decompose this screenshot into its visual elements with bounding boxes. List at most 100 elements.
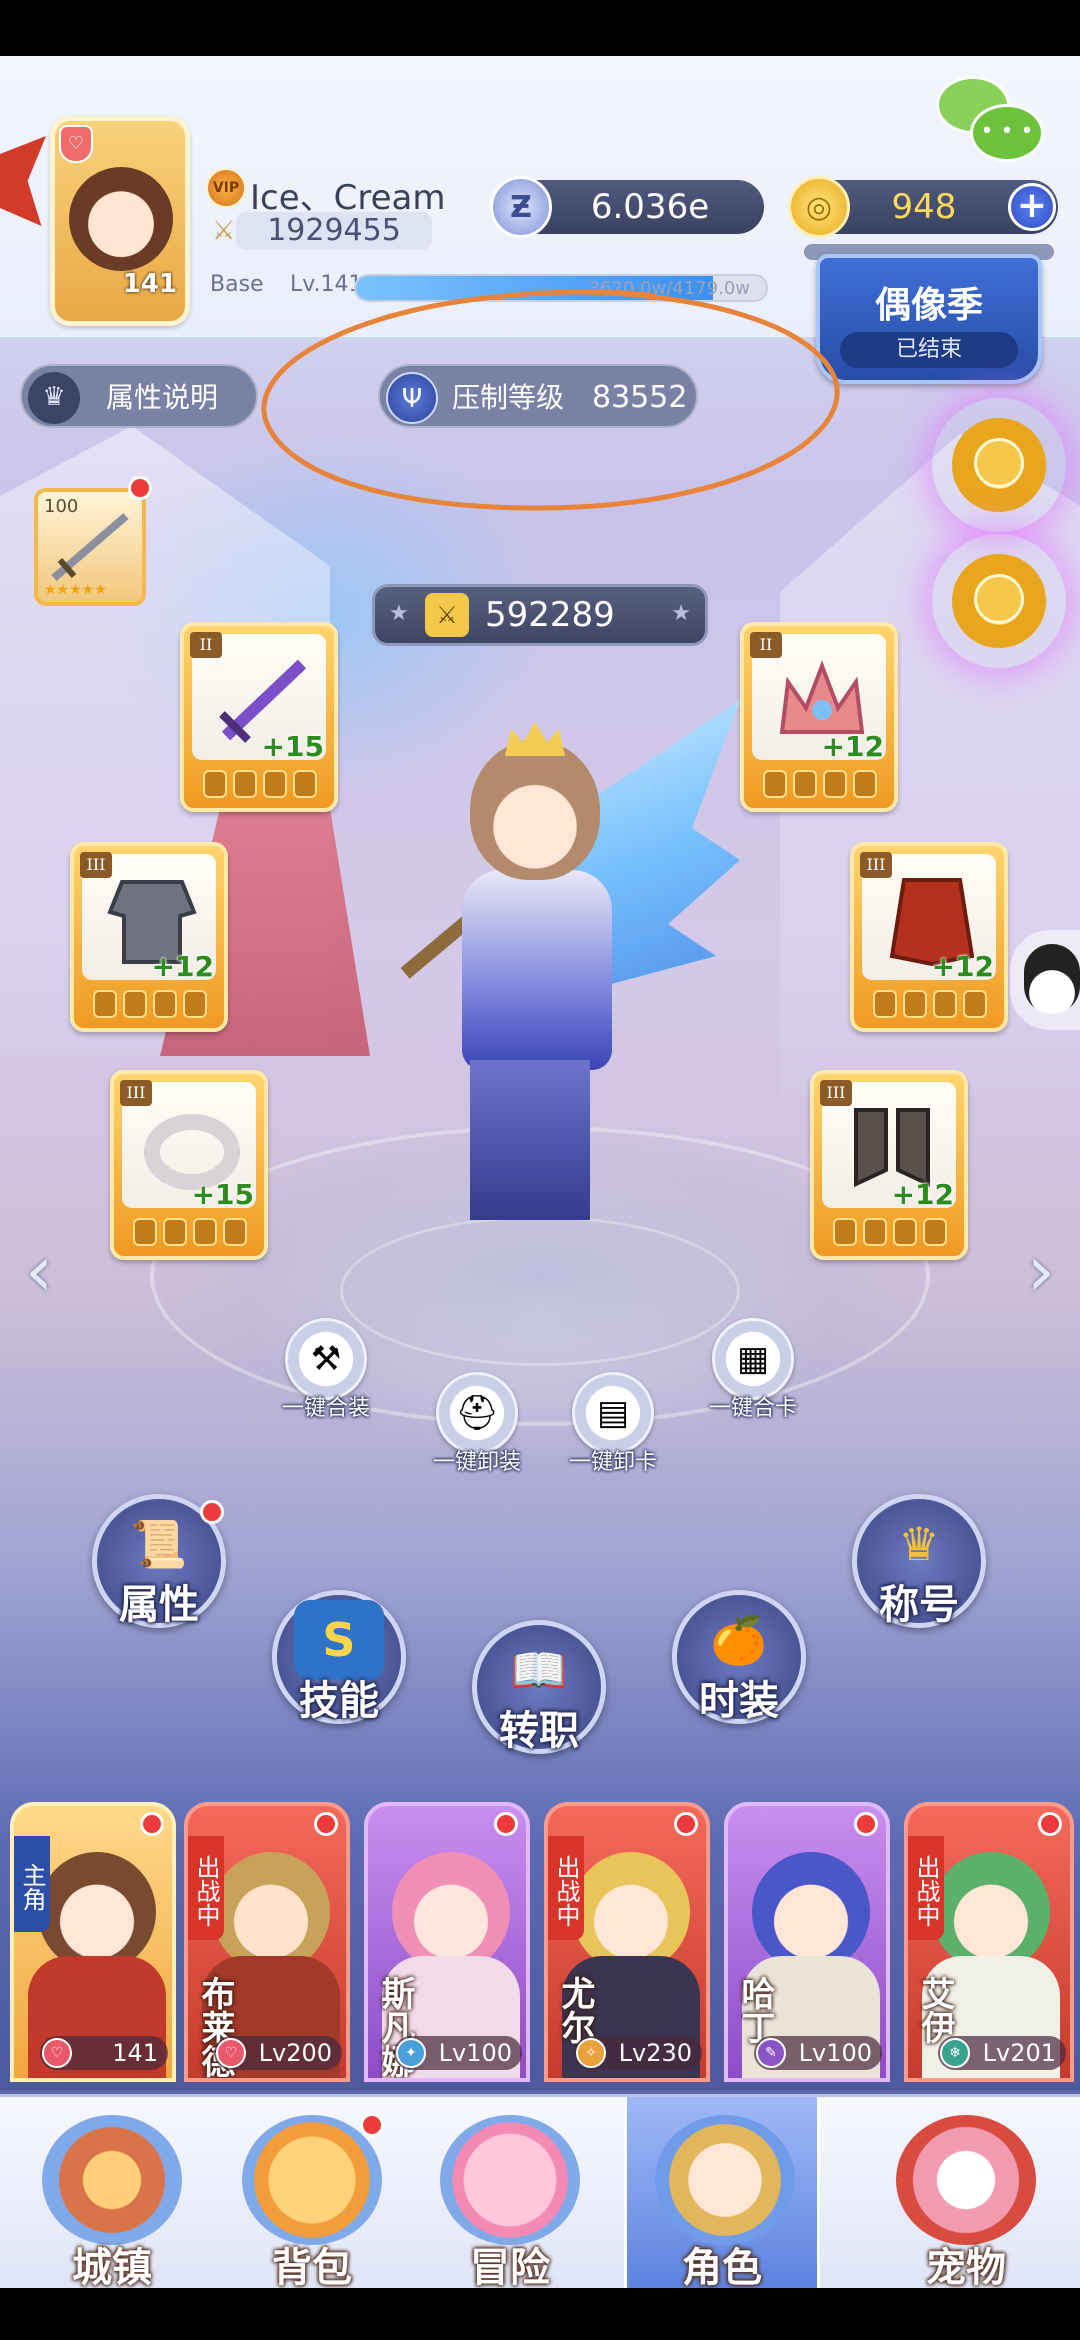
roster-card-5[interactable]: 出战中 艾伊 ❄ Lv201 (904, 1802, 1074, 2082)
tab-town[interactable]: 城镇 (14, 2097, 210, 2291)
emblem-medal-1[interactable] (944, 410, 1054, 520)
event-banner[interactable]: 偶像季 已结束 (816, 254, 1042, 384)
player-power: 1929455 (236, 212, 432, 250)
zeny-icon: Ƶ (490, 176, 552, 238)
roster-card-4[interactable]: 哈丁 ✎ Lv100 (724, 1802, 890, 2082)
equip-tier: III (820, 1080, 852, 1106)
wing-icon (0, 136, 46, 226)
crown-icon: ♛ (28, 372, 80, 424)
roster-level: ✧ Lv230 (574, 2036, 702, 2070)
notification-dot (854, 1812, 878, 1836)
character-model[interactable] (370, 700, 740, 1260)
backpack-icon (242, 2115, 382, 2245)
notification-dot (200, 1500, 224, 1524)
weapon-card-slot[interactable]: 100 ★★★★★ (34, 488, 146, 606)
character-body (462, 870, 612, 1070)
exp-bar: 3620.0w/4179.0w (354, 274, 768, 302)
zeny-value: 6.036e (590, 187, 710, 227)
zeny-counter[interactable]: Ƶ 6.036e (490, 176, 764, 238)
tab-character[interactable]: 角色 (624, 2097, 820, 2291)
equip-refine: +15 (261, 730, 324, 763)
quick-uncard-label: 一键卸卡 (568, 1450, 657, 1475)
quick-merge-equip-label: 一键合装 (281, 1396, 370, 1421)
quick-merge-card-button[interactable]: ▦ 一键合卡 (688, 1318, 818, 1422)
title-label: 称号 (879, 1582, 959, 1628)
add-gold-button[interactable]: + (1008, 183, 1056, 231)
portrait (752, 1852, 870, 1972)
notification-dot (494, 1812, 518, 1836)
attribute-info-label: 属性说明 (106, 381, 219, 414)
job-change-label: 转职 (499, 1708, 579, 1754)
portrait (932, 1852, 1050, 1972)
tiara-icon (505, 722, 565, 756)
medal-face-icon (974, 574, 1024, 624)
attribute-info-button[interactable]: ♛ 属性说明 (20, 364, 258, 428)
level-prefix: Lv (258, 2039, 287, 2067)
notification-dot (314, 1812, 338, 1836)
skills-button[interactable]: S 技能 (264, 1582, 414, 1732)
job-change-button[interactable]: 📖 转职 (464, 1612, 614, 1762)
equip-tier: II (190, 632, 222, 658)
title-button[interactable]: ♛ 称号 (844, 1486, 994, 1636)
quick-unequip-button[interactable]: ⛑ 一键卸装 (412, 1372, 542, 1476)
helmet-icon: ⚔ (425, 593, 469, 637)
level-value: 100 (466, 2039, 512, 2067)
avatar-level: 141 (122, 269, 177, 299)
card-stack-icon: ▦ (712, 1318, 794, 1400)
roster-level: ❄ Lv201 (938, 2036, 1066, 2070)
paw-icon (896, 2115, 1036, 2245)
roster-card-1[interactable]: 出战中 布莱德 ♡ Lv200 (184, 1802, 350, 2082)
equip-slot-headgear[interactable]: II +12 (740, 622, 898, 812)
portrait (212, 1852, 330, 1972)
tab-bag[interactable]: 背包 (214, 2097, 410, 2291)
level-prefix: Lv (618, 2039, 647, 2067)
portrait (572, 1852, 690, 1972)
roster-card-3[interactable]: 出战中 尤尔 ✧ Lv230 (544, 1802, 710, 2082)
next-arrow-icon[interactable]: › (1016, 1226, 1066, 1316)
previous-arrow-icon[interactable]: ‹ (14, 1226, 64, 1316)
level-value: 141 (112, 2039, 158, 2067)
quick-uncard-button[interactable]: ▤ 一键卸卡 (548, 1372, 678, 1476)
notification-dot (128, 476, 152, 500)
weapon-slot-stars: ★★★★★ (44, 582, 107, 598)
gold-counter[interactable]: ◎ 948 + (788, 176, 1058, 238)
tab-adventure[interactable]: 冒险 (412, 2097, 608, 2291)
chat-button[interactable] (936, 76, 1048, 166)
level-value: 200 (286, 2039, 332, 2067)
combat-power-value: 592289 (485, 595, 615, 635)
sword-icon (51, 512, 129, 582)
star-icon: ★ (671, 601, 691, 626)
costume-button[interactable]: 🍊 时装 (664, 1582, 814, 1732)
suppression-level-label: 压制等级 (452, 381, 565, 414)
emblem-medal-2[interactable] (944, 546, 1054, 656)
suppression-level-button[interactable]: Ψ 压制等级 83552 (378, 364, 698, 428)
equip-refine: +12 (821, 730, 884, 763)
game-screen: ♡ 141 VIP Ice、Cream ⚔ 1929455 Base Lv.14… (0, 0, 1080, 2340)
equip-slot-armor[interactable]: III +12 (70, 842, 228, 1032)
qq-button[interactable] (1010, 930, 1080, 1030)
trident-icon: Ψ (386, 372, 438, 424)
poring-icon (440, 2115, 580, 2245)
roster-card-2[interactable]: 斯凡娜 ✦ Lv100 (364, 1802, 530, 2082)
equip-slot-weapon[interactable]: II +15 (180, 622, 338, 812)
equip-slot-accessory[interactable]: III +15 (110, 1070, 268, 1260)
equip-refine: +15 (191, 1178, 254, 1211)
tab-pet[interactable]: 宠物 (868, 2097, 1064, 2291)
class-icon: ✧ (576, 2038, 606, 2068)
equip-tier: II (750, 632, 782, 658)
quick-merge-equip-button[interactable]: ⚒ 一键合装 (266, 1318, 386, 1422)
attributes-label: 属性 (119, 1582, 199, 1628)
shield-icon: ♡ (59, 125, 93, 163)
notification-dot (1038, 1812, 1062, 1836)
equip-slot-shoes[interactable]: III +12 (810, 1070, 968, 1260)
tab-character-label: 角色 (682, 2245, 762, 2291)
player-avatar[interactable]: ♡ 141 (50, 116, 190, 326)
class-shield-icon: ♡ (42, 2038, 72, 2068)
notification-dot (360, 2113, 384, 2137)
level-prefix: Lv (798, 2039, 827, 2067)
equip-tier: III (860, 852, 892, 878)
equip-slot-cape[interactable]: III +12 (850, 842, 1008, 1032)
suppression-level-value: 83552 (592, 380, 688, 415)
quick-unequip-label: 一键卸装 (432, 1450, 521, 1475)
roster-card-main[interactable]: 主角 ♡ 141 (10, 1802, 176, 2082)
